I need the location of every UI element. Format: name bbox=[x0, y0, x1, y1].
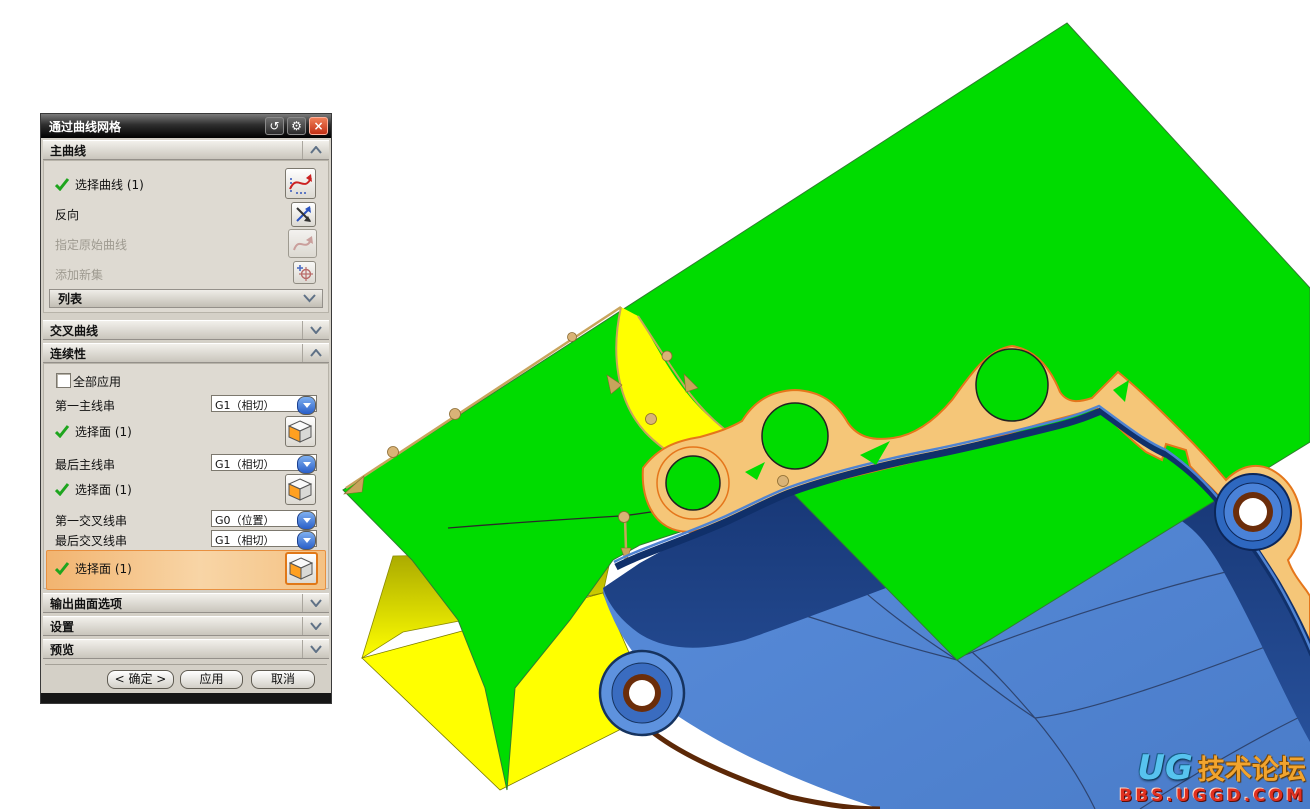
chevron-down-icon bbox=[302, 321, 329, 339]
divider bbox=[45, 664, 327, 665]
dropdown-arrow-icon bbox=[297, 531, 316, 550]
flange-hole-1 bbox=[666, 456, 720, 510]
last-cross-dropdown[interactable]: G1（相切） bbox=[211, 530, 317, 547]
specify-origin-curve-label: 指定原始曲线 bbox=[55, 236, 127, 253]
select-face-first-button[interactable] bbox=[285, 416, 316, 447]
select-curve-label: 选择曲线 (1) bbox=[75, 176, 144, 193]
reverse-label: 反向 bbox=[55, 206, 79, 223]
dialog-titlebar[interactable]: 通过曲线网格 ↺ ⚙ × bbox=[41, 114, 331, 138]
face-cube-icon bbox=[288, 419, 313, 444]
section-title: 输出曲面选项 bbox=[43, 595, 302, 612]
check-icon bbox=[55, 561, 70, 575]
flange-hole-3 bbox=[976, 349, 1048, 421]
dropdown-arrow-icon bbox=[297, 511, 316, 530]
check-icon bbox=[55, 424, 70, 438]
section-title: 设置 bbox=[43, 618, 302, 635]
section-title: 主曲线 bbox=[43, 142, 302, 159]
dropdown-arrow-icon bbox=[297, 455, 316, 474]
list-label: 列表 bbox=[50, 290, 303, 307]
reset-button[interactable]: ↺ bbox=[265, 117, 284, 135]
apply-all-checkbox[interactable] bbox=[56, 373, 71, 388]
add-new-set-icon bbox=[296, 264, 313, 281]
origin-curve-icon bbox=[291, 232, 314, 255]
curve-mesh-icon bbox=[288, 171, 313, 196]
dropdown-arrow-icon bbox=[297, 396, 316, 415]
screw-boss-left[interactable] bbox=[600, 651, 684, 735]
chevron-down-icon bbox=[303, 294, 316, 303]
dropdown-value: G1（相切） bbox=[215, 456, 275, 472]
section-header-settings[interactable]: 设置 bbox=[43, 616, 329, 636]
section-title: 预览 bbox=[43, 641, 302, 658]
dialog-settings-button[interactable]: ⚙ bbox=[287, 117, 306, 135]
first-primary-dropdown[interactable]: G1（相切） bbox=[211, 395, 317, 412]
check-icon bbox=[55, 482, 70, 496]
chevron-down-icon bbox=[302, 594, 329, 612]
through-curve-mesh-dialog: 通过曲线网格 ↺ ⚙ × 主曲线 选择曲线 (1) 反向 bbox=[40, 113, 332, 704]
section-header-main-curve[interactable]: 主曲线 bbox=[43, 140, 329, 160]
list-bar[interactable]: 列表 bbox=[49, 289, 323, 308]
face-cube-icon bbox=[288, 477, 313, 502]
chevron-down-icon bbox=[302, 617, 329, 635]
chevron-up-icon bbox=[302, 141, 329, 159]
reverse-direction-icon bbox=[294, 205, 313, 224]
section-header-output-options[interactable]: 输出曲面选项 bbox=[43, 593, 329, 613]
section-title: 交叉曲线 bbox=[43, 322, 302, 339]
add-new-set-label: 添加新集 bbox=[55, 266, 103, 283]
last-cross-label: 最后交叉线串 bbox=[55, 532, 127, 549]
select-curve-button[interactable] bbox=[285, 168, 316, 199]
first-cross-label: 第一交叉线串 bbox=[55, 512, 127, 529]
close-button[interactable]: × bbox=[309, 117, 328, 135]
dialog-title: 通过曲线网格 bbox=[41, 118, 265, 135]
application-window: UG 技术论坛 BBS.UGGD.COM 通过曲线网格 ↺ ⚙ × 主曲线 选择… bbox=[0, 0, 1310, 809]
cancel-button[interactable]: 取消 bbox=[251, 670, 315, 689]
section-header-preview[interactable]: 预览 bbox=[43, 639, 329, 659]
ok-button[interactable]: < 确定 > bbox=[107, 670, 174, 689]
section-header-cross-curve[interactable]: 交叉曲线 bbox=[43, 320, 329, 340]
flange-hole-2 bbox=[762, 403, 828, 469]
curve-point-ball bbox=[778, 476, 789, 487]
chevron-up-icon bbox=[302, 344, 329, 362]
face-cube-icon bbox=[289, 556, 314, 581]
dropdown-value: G1（相切） bbox=[215, 397, 275, 413]
dropdown-value: G1（相切） bbox=[215, 532, 275, 548]
select-face-last-button[interactable] bbox=[285, 552, 318, 585]
select-face-first-label: 选择面 (1) bbox=[75, 423, 132, 440]
dialog-bottom-grip[interactable] bbox=[41, 693, 331, 703]
first-primary-label: 第一主线串 bbox=[55, 397, 115, 414]
check-icon bbox=[55, 177, 70, 191]
last-primary-label: 最后主线串 bbox=[55, 456, 115, 473]
chevron-down-icon bbox=[302, 640, 329, 658]
section-header-continuity[interactable]: 连续性 bbox=[43, 343, 329, 363]
section-title: 连续性 bbox=[43, 345, 302, 362]
dropdown-value: G0（位置） bbox=[215, 512, 275, 528]
specify-origin-curve-button[interactable] bbox=[288, 229, 317, 258]
select-face-last-label: 选择面 (1) bbox=[75, 560, 132, 577]
apply-button[interactable]: 应用 bbox=[180, 670, 243, 689]
select-face-mid-button[interactable] bbox=[285, 474, 316, 505]
first-cross-dropdown[interactable]: G0（位置） bbox=[211, 510, 317, 527]
apply-all-label: 全部应用 bbox=[73, 373, 121, 390]
reverse-button[interactable] bbox=[291, 202, 316, 227]
add-new-set-button[interactable] bbox=[293, 261, 316, 284]
last-primary-dropdown[interactable]: G1（相切） bbox=[211, 454, 317, 471]
select-face-mid-label: 选择面 (1) bbox=[75, 481, 132, 498]
screw-boss-right[interactable] bbox=[1215, 474, 1291, 550]
